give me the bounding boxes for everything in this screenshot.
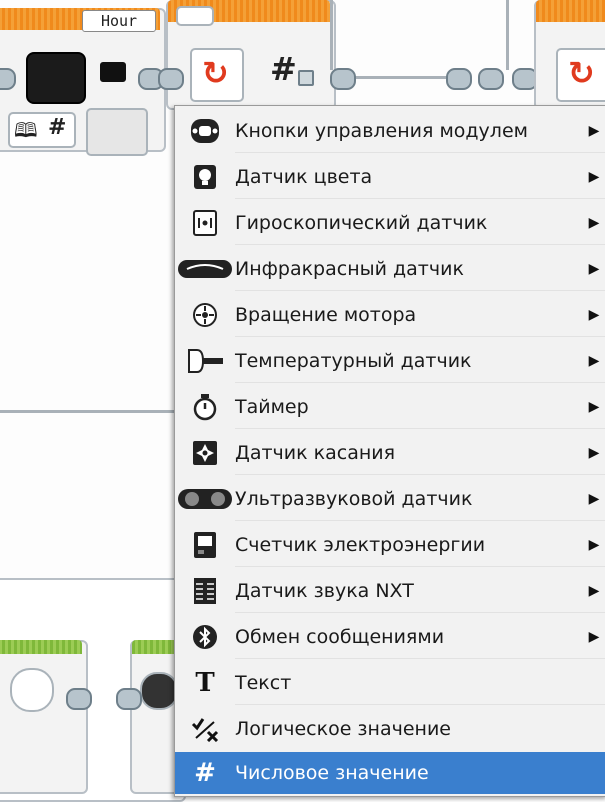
submenu-arrow-icon: ▶ xyxy=(588,122,600,139)
menu-item-logic-value[interactable]: Логическое значение xyxy=(175,706,605,751)
menu-item-label: Таймер xyxy=(235,395,309,418)
sound-sensor-icon xyxy=(175,568,235,613)
menu-divider xyxy=(235,704,605,705)
menu-item-brick-buttons[interactable]: Кнопки управления модулем ▶ xyxy=(175,108,605,153)
menu-item-label: Ультразвуковой датчик xyxy=(235,487,473,510)
loop-arrow-icon[interactable]: ↻ xyxy=(190,48,244,102)
logic-value-icon xyxy=(175,706,235,751)
wire-plug[interactable] xyxy=(446,68,472,90)
touch-sensor-icon xyxy=(175,430,235,475)
color-sensor-icon xyxy=(175,154,235,199)
energy-meter-icon xyxy=(175,522,235,567)
menu-item-label: Инфракрасный датчик xyxy=(235,257,464,280)
menu-divider xyxy=(235,290,605,291)
sensor-icon xyxy=(140,672,178,710)
right-block-header xyxy=(536,0,605,22)
menu-item-temperature-sensor[interactable]: Температурный датчик ▶ xyxy=(175,338,605,383)
menu-item-energy-meter[interactable]: Счетчик электроэнергии ▶ xyxy=(175,522,605,567)
menu-divider xyxy=(235,198,605,199)
menu-item-gyro-sensor[interactable]: Гироскопический датчик ▶ xyxy=(175,200,605,245)
menu-item-timer[interactable]: Таймер ▶ xyxy=(175,384,605,429)
menu-item-label: Температурный датчик xyxy=(235,349,472,372)
menu-item-label: Гироскопический датчик xyxy=(235,211,488,234)
brick-buttons-icon xyxy=(175,108,235,153)
menu-item-sound-sensor[interactable]: Датчик звука NXT ▶ xyxy=(175,568,605,613)
hash-icon: # xyxy=(270,50,297,88)
menu-item-numeric-value[interactable]: # Числовое значение xyxy=(175,752,605,794)
book-hash-icon: 🕮 # xyxy=(8,112,76,148)
submenu-arrow-icon: ▶ xyxy=(588,490,600,507)
menu-item-label: Кнопки управления модулем xyxy=(235,119,528,142)
sound-block[interactable] xyxy=(0,640,88,794)
submenu-arrow-icon: ▶ xyxy=(588,398,600,415)
wire-plug[interactable] xyxy=(116,688,142,710)
menu-item-label: Вращение мотора xyxy=(235,303,417,326)
menu-divider xyxy=(235,612,605,613)
bluetooth-messaging-icon xyxy=(175,614,235,659)
menu-item-label: Логическое значение xyxy=(235,717,451,740)
menu-item-motor-rotation[interactable]: Вращение мотора ▶ xyxy=(175,292,605,337)
menu-item-label: Числовое значение xyxy=(235,762,429,784)
connector-plug[interactable] xyxy=(158,68,184,90)
timer-icon xyxy=(175,384,235,429)
number-socket[interactable] xyxy=(298,70,314,86)
menu-item-label: Датчик цвета xyxy=(235,165,373,188)
menu-divider xyxy=(235,152,605,153)
wire-plug[interactable] xyxy=(330,68,356,90)
menu-item-text[interactable]: T Текст xyxy=(175,660,605,705)
submenu-arrow-icon: ▶ xyxy=(588,628,600,645)
submenu-arrow-icon: ▶ xyxy=(588,260,600,277)
menu-item-color-sensor[interactable]: Датчик цвета ▶ xyxy=(175,154,605,199)
hash-label: # xyxy=(48,115,67,140)
menu-item-label: Текст xyxy=(235,671,292,694)
menu-item-label: Обмен сообщениями xyxy=(235,625,445,648)
menu-divider xyxy=(235,474,605,475)
menu-item-infrared-sensor[interactable]: Инфракрасный датчик ▶ xyxy=(175,246,605,291)
menu-divider xyxy=(235,428,605,429)
gyro-sensor-icon xyxy=(175,200,235,245)
menu-item-messaging[interactable]: Обмен сообщениями ▶ xyxy=(175,614,605,659)
wire-plug[interactable] xyxy=(66,688,92,710)
loop-arrow-icon[interactable]: ↻ xyxy=(556,48,605,102)
text-icon: T xyxy=(195,667,215,698)
ultrasonic-sensor-icon xyxy=(175,476,235,521)
value-socket[interactable] xyxy=(86,108,148,156)
sound-block-header xyxy=(0,640,82,654)
data-wire xyxy=(330,0,333,70)
submenu-arrow-icon: ▶ xyxy=(588,536,600,553)
menu-item-ultrasonic-sensor[interactable]: Ультразвуковой датчик ▶ xyxy=(175,476,605,521)
wire-plug[interactable] xyxy=(478,68,504,90)
small-briefcase-icon xyxy=(100,62,126,82)
switch-mode-icon xyxy=(176,6,214,26)
menu-item-label: Счетчик электроэнергии xyxy=(235,533,486,556)
numeric-value-icon: # xyxy=(194,758,216,788)
submenu-arrow-icon: ▶ xyxy=(588,214,600,231)
submenu-arrow-icon: ▶ xyxy=(588,306,600,323)
input-plug[interactable] xyxy=(0,68,16,90)
menu-item-label: Датчик звука NXT xyxy=(235,579,414,602)
menu-divider xyxy=(235,382,605,383)
menu-divider xyxy=(235,658,605,659)
hour-label: Hour xyxy=(82,10,156,32)
submenu-arrow-icon: ▶ xyxy=(588,168,600,185)
menu-divider xyxy=(235,566,605,567)
infrared-sensor-icon xyxy=(175,246,235,291)
temperature-sensor-icon xyxy=(175,338,235,383)
motor-rotation-icon xyxy=(175,292,235,337)
menu-item-label: Датчик касания xyxy=(235,441,396,464)
data-wire xyxy=(340,76,460,79)
sound-icon xyxy=(10,668,54,712)
briefcase-icon xyxy=(26,52,86,104)
menu-divider xyxy=(235,520,605,521)
submenu-arrow-icon: ▶ xyxy=(588,352,600,369)
menu-item-touch-sensor[interactable]: Датчик касания ▶ xyxy=(175,430,605,475)
data-wire xyxy=(506,0,509,70)
submenu-arrow-icon: ▶ xyxy=(588,582,600,599)
menu-divider xyxy=(235,336,605,337)
menu-divider xyxy=(235,244,605,245)
submenu-arrow-icon: ▶ xyxy=(588,444,600,461)
sequence-wire xyxy=(0,410,175,413)
sensor-selection-menu[interactable]: Кнопки управления модулем ▶ Датчик цвета… xyxy=(174,105,605,797)
